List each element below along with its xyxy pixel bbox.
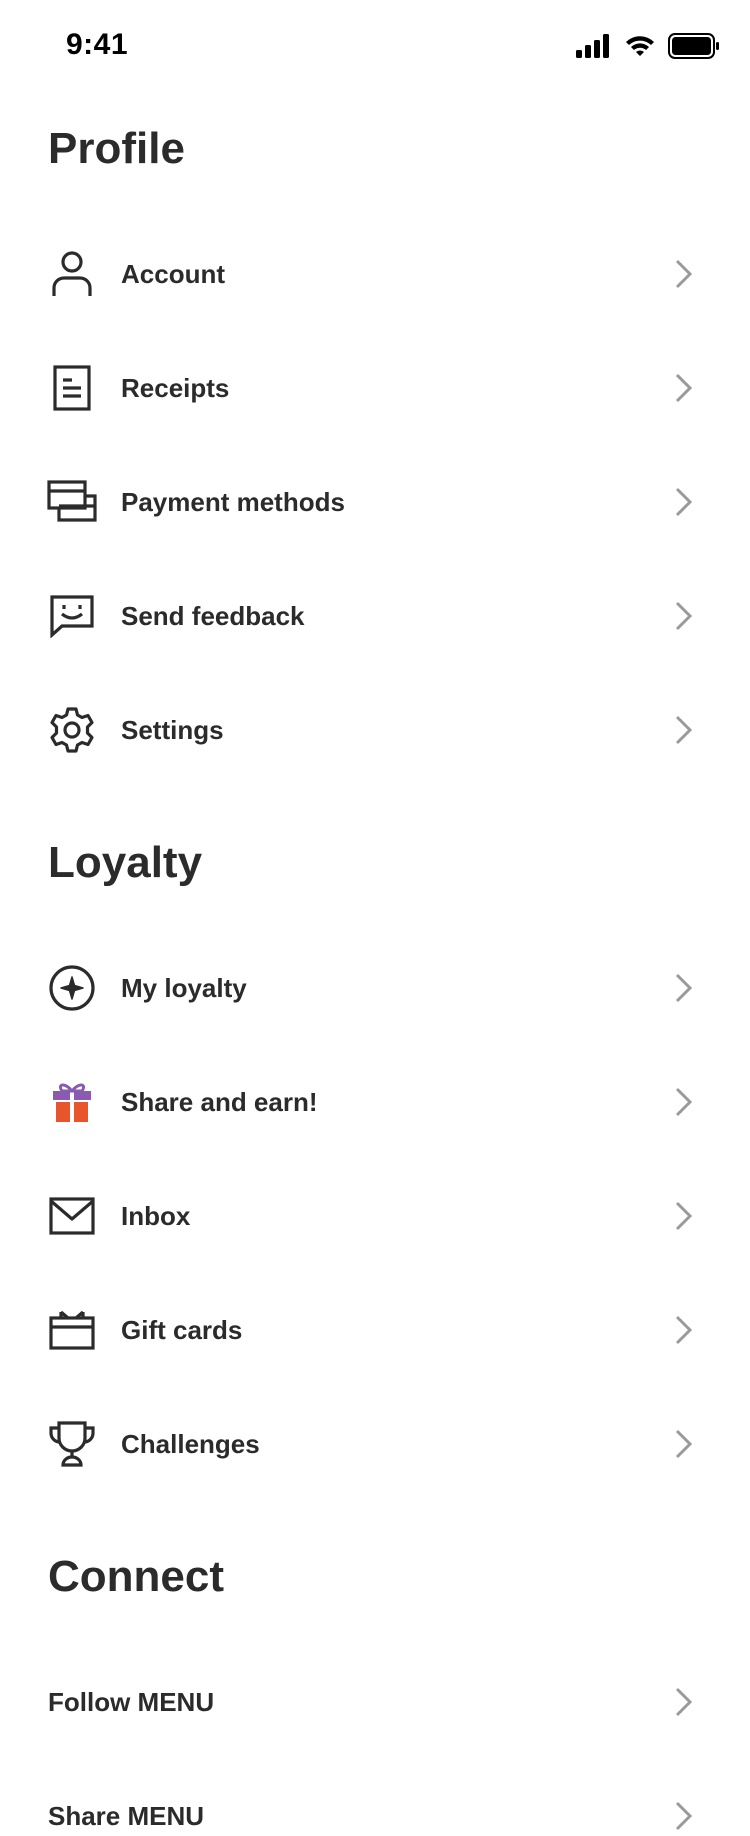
section-title-loyalty: Loyalty bbox=[48, 838, 203, 887]
menu-item-label: Settings bbox=[121, 714, 224, 745]
star-compass-icon bbox=[46, 962, 98, 1014]
menu-item-send-feedback[interactable]: Send feedback bbox=[0, 560, 750, 672]
profile-screen: 9:41 Profile Account Receipts Payment me… bbox=[0, 0, 750, 1836]
cellular-signal-icon bbox=[576, 34, 609, 58]
credit-card-icon bbox=[46, 476, 98, 528]
chevron-right-icon bbox=[675, 715, 693, 745]
chevron-right-icon bbox=[675, 259, 693, 289]
chevron-right-icon bbox=[675, 1315, 693, 1345]
menu-item-label: Gift cards bbox=[121, 1314, 243, 1345]
status-bar: 9:41 bbox=[0, 0, 750, 92]
chevron-right-icon bbox=[675, 1429, 693, 1459]
chevron-right-icon bbox=[675, 1087, 693, 1117]
person-icon bbox=[46, 248, 98, 300]
menu-item-label: Account bbox=[121, 258, 225, 289]
chevron-right-icon bbox=[675, 487, 693, 517]
menu-item-label: Challenges bbox=[121, 1428, 260, 1459]
menu-item-follow-menu[interactable]: Follow MENU bbox=[0, 1646, 750, 1758]
chevron-right-icon bbox=[675, 373, 693, 403]
menu-item-label: My loyalty bbox=[121, 972, 247, 1003]
status-icons bbox=[576, 32, 720, 60]
gift-card-icon bbox=[46, 1304, 98, 1356]
status-time: 9:41 bbox=[66, 28, 129, 61]
menu-item-share-and-earn[interactable]: Share and earn! bbox=[0, 1046, 750, 1158]
chevron-right-icon bbox=[675, 1801, 693, 1831]
menu-item-label: Share MENU bbox=[48, 1800, 205, 1831]
gear-icon bbox=[46, 704, 98, 756]
feedback-smile-icon bbox=[46, 590, 98, 642]
menu-item-challenges[interactable]: Challenges bbox=[0, 1388, 750, 1500]
chevron-right-icon bbox=[675, 973, 693, 1003]
receipt-icon bbox=[46, 362, 98, 414]
menu-item-label: Payment methods bbox=[121, 486, 345, 517]
menu-item-label: Receipts bbox=[121, 372, 230, 403]
menu-item-payment-methods[interactable]: Payment methods bbox=[0, 446, 750, 558]
wifi-icon bbox=[626, 36, 654, 56]
menu-item-share-menu[interactable]: Share MENU bbox=[0, 1760, 750, 1836]
menu-item-account[interactable]: Account bbox=[0, 218, 750, 330]
envelope-icon bbox=[46, 1190, 98, 1242]
menu-item-label: Share and earn! bbox=[121, 1086, 318, 1117]
menu-item-label: Follow MENU bbox=[48, 1686, 215, 1717]
trophy-icon bbox=[46, 1418, 98, 1470]
menu-item-label: Send feedback bbox=[121, 600, 305, 631]
battery-icon bbox=[668, 33, 719, 59]
gift-icon bbox=[46, 1076, 98, 1128]
menu-item-inbox[interactable]: Inbox bbox=[0, 1160, 750, 1272]
chevron-right-icon bbox=[675, 601, 693, 631]
menu-item-settings[interactable]: Settings bbox=[0, 674, 750, 786]
menu-item-my-loyalty[interactable]: My loyalty bbox=[0, 932, 750, 1044]
section-title-connect: Connect bbox=[48, 1552, 224, 1601]
menu-item-gift-cards[interactable]: Gift cards bbox=[0, 1274, 750, 1386]
menu-item-receipts[interactable]: Receipts bbox=[0, 332, 750, 444]
chevron-right-icon bbox=[675, 1687, 693, 1717]
chevron-right-icon bbox=[675, 1201, 693, 1231]
menu-item-label: Inbox bbox=[121, 1200, 191, 1231]
section-title-profile: Profile bbox=[48, 124, 185, 173]
